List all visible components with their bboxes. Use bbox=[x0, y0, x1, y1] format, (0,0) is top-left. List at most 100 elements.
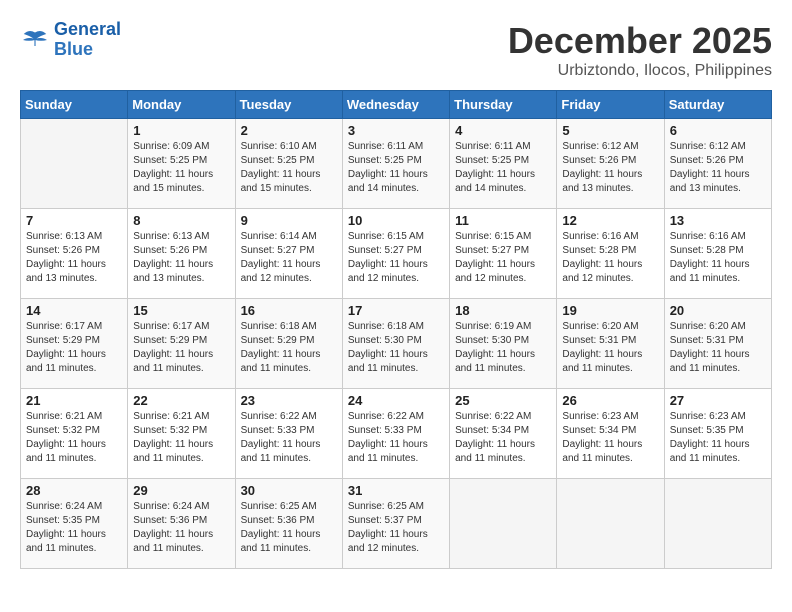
day-number: 3 bbox=[348, 123, 444, 138]
location-subtitle: Urbiztondo, Ilocos, Philippines bbox=[508, 62, 772, 80]
day-number: 22 bbox=[133, 393, 229, 408]
calendar-cell: 30 Sunrise: 6:25 AM Sunset: 5:36 PM Dayli… bbox=[235, 479, 342, 569]
calendar-cell: 27 Sunrise: 6:23 AM Sunset: 5:35 PM Dayli… bbox=[664, 389, 771, 479]
day-info: Sunrise: 6:21 AM Sunset: 5:32 PM Dayligh… bbox=[26, 410, 122, 466]
day-info: Sunrise: 6:16 AM Sunset: 5:28 PM Dayligh… bbox=[670, 230, 766, 286]
calendar-cell: 14 Sunrise: 6:17 AM Sunset: 5:29 PM Dayli… bbox=[21, 299, 128, 389]
calendar-cell: 31 Sunrise: 6:25 AM Sunset: 5:37 PM Dayli… bbox=[342, 479, 449, 569]
calendar-cell: 20 Sunrise: 6:20 AM Sunset: 5:31 PM Dayli… bbox=[664, 299, 771, 389]
calendar-cell: 10 Sunrise: 6:15 AM Sunset: 5:27 PM Dayli… bbox=[342, 209, 449, 299]
day-number: 2 bbox=[241, 123, 337, 138]
day-info: Sunrise: 6:21 AM Sunset: 5:32 PM Dayligh… bbox=[133, 410, 229, 466]
day-info: Sunrise: 6:11 AM Sunset: 5:25 PM Dayligh… bbox=[455, 140, 551, 196]
calendar-cell bbox=[664, 479, 771, 569]
calendar-cell: 4 Sunrise: 6:11 AM Sunset: 5:25 PM Daylig… bbox=[450, 119, 557, 209]
day-info: Sunrise: 6:22 AM Sunset: 5:34 PM Dayligh… bbox=[455, 410, 551, 466]
day-info: Sunrise: 6:15 AM Sunset: 5:27 PM Dayligh… bbox=[455, 230, 551, 286]
day-number: 25 bbox=[455, 393, 551, 408]
day-number: 29 bbox=[133, 483, 229, 498]
calendar-week-row: 14 Sunrise: 6:17 AM Sunset: 5:29 PM Dayli… bbox=[21, 299, 772, 389]
day-number: 12 bbox=[562, 213, 658, 228]
day-info: Sunrise: 6:20 AM Sunset: 5:31 PM Dayligh… bbox=[670, 320, 766, 376]
calendar-body: 1 Sunrise: 6:09 AM Sunset: 5:25 PM Daylig… bbox=[21, 119, 772, 569]
day-info: Sunrise: 6:25 AM Sunset: 5:36 PM Dayligh… bbox=[241, 500, 337, 556]
calendar-cell: 24 Sunrise: 6:22 AM Sunset: 5:33 PM Dayli… bbox=[342, 389, 449, 479]
calendar-cell: 28Sunrise: 6:24 AM Sunset: 5:35 PM Dayli… bbox=[21, 479, 128, 569]
calendar-cell: 12 Sunrise: 6:16 AM Sunset: 5:28 PM Dayli… bbox=[557, 209, 664, 299]
day-number: 21 bbox=[26, 393, 122, 408]
day-info: Sunrise: 6:10 AM Sunset: 5:25 PM Dayligh… bbox=[241, 140, 337, 196]
day-info: Sunrise: 6:16 AM Sunset: 5:28 PM Dayligh… bbox=[562, 230, 658, 286]
weekday-header: Sunday bbox=[21, 91, 128, 119]
calendar-cell: 9Sunrise: 6:14 AM Sunset: 5:27 PM Daylig… bbox=[235, 209, 342, 299]
day-number: 16 bbox=[241, 303, 337, 318]
day-number: 4 bbox=[455, 123, 551, 138]
day-info: Sunrise: 6:25 AM Sunset: 5:37 PM Dayligh… bbox=[348, 500, 444, 556]
calendar-cell: 3 Sunrise: 6:11 AM Sunset: 5:25 PM Daylig… bbox=[342, 119, 449, 209]
calendar-week-row: 1 Sunrise: 6:09 AM Sunset: 5:25 PM Daylig… bbox=[21, 119, 772, 209]
logo-text: General Blue bbox=[54, 20, 121, 60]
title-block: December 2025 Urbiztondo, Ilocos, Philip… bbox=[508, 20, 772, 80]
calendar-cell: 26Sunrise: 6:23 AM Sunset: 5:34 PM Dayli… bbox=[557, 389, 664, 479]
day-info: Sunrise: 6:19 AM Sunset: 5:30 PM Dayligh… bbox=[455, 320, 551, 376]
day-info: Sunrise: 6:18 AM Sunset: 5:30 PM Dayligh… bbox=[348, 320, 444, 376]
day-number: 7 bbox=[26, 213, 122, 228]
day-number: 13 bbox=[670, 213, 766, 228]
weekday-header: Friday bbox=[557, 91, 664, 119]
day-number: 10 bbox=[348, 213, 444, 228]
calendar-cell: 5 Sunrise: 6:12 AM Sunset: 5:26 PM Daylig… bbox=[557, 119, 664, 209]
day-number: 27 bbox=[670, 393, 766, 408]
day-number: 20 bbox=[670, 303, 766, 318]
calendar-table: SundayMondayTuesdayWednesdayThursdayFrid… bbox=[20, 90, 772, 569]
calendar-cell: 2 Sunrise: 6:10 AM Sunset: 5:25 PM Daylig… bbox=[235, 119, 342, 209]
calendar-cell bbox=[450, 479, 557, 569]
calendar-cell: 15Sunrise: 6:17 AM Sunset: 5:29 PM Dayli… bbox=[128, 299, 235, 389]
day-number: 14 bbox=[26, 303, 122, 318]
day-number: 17 bbox=[348, 303, 444, 318]
day-info: Sunrise: 6:18 AM Sunset: 5:29 PM Dayligh… bbox=[241, 320, 337, 376]
day-info: Sunrise: 6:14 AM Sunset: 5:27 PM Dayligh… bbox=[241, 230, 337, 286]
calendar-cell: 19 Sunrise: 6:20 AM Sunset: 5:31 PM Dayli… bbox=[557, 299, 664, 389]
calendar-week-row: 28Sunrise: 6:24 AM Sunset: 5:35 PM Dayli… bbox=[21, 479, 772, 569]
weekday-header: Monday bbox=[128, 91, 235, 119]
calendar-week-row: 7Sunrise: 6:13 AM Sunset: 5:26 PM Daylig… bbox=[21, 209, 772, 299]
day-info: Sunrise: 6:24 AM Sunset: 5:35 PM Dayligh… bbox=[26, 500, 122, 556]
calendar-cell: 7Sunrise: 6:13 AM Sunset: 5:26 PM Daylig… bbox=[21, 209, 128, 299]
day-number: 5 bbox=[562, 123, 658, 138]
day-info: Sunrise: 6:12 AM Sunset: 5:26 PM Dayligh… bbox=[670, 140, 766, 196]
day-info: Sunrise: 6:22 AM Sunset: 5:33 PM Dayligh… bbox=[241, 410, 337, 466]
calendar-cell: 17 Sunrise: 6:18 AM Sunset: 5:30 PM Dayli… bbox=[342, 299, 449, 389]
calendar-week-row: 21 Sunrise: 6:21 AM Sunset: 5:32 PM Dayli… bbox=[21, 389, 772, 479]
day-info: Sunrise: 6:09 AM Sunset: 5:25 PM Dayligh… bbox=[133, 140, 229, 196]
day-number: 11 bbox=[455, 213, 551, 228]
weekday-header: Saturday bbox=[664, 91, 771, 119]
month-title: December 2025 bbox=[508, 20, 772, 62]
day-info: Sunrise: 6:17 AM Sunset: 5:29 PM Dayligh… bbox=[133, 320, 229, 376]
day-number: 23 bbox=[241, 393, 337, 408]
calendar-cell: 11 Sunrise: 6:15 AM Sunset: 5:27 PM Dayli… bbox=[450, 209, 557, 299]
day-number: 26 bbox=[562, 393, 658, 408]
day-info: Sunrise: 6:24 AM Sunset: 5:36 PM Dayligh… bbox=[133, 500, 229, 556]
calendar-cell bbox=[557, 479, 664, 569]
day-number: 8 bbox=[133, 213, 229, 228]
page-header: General Blue December 2025 Urbiztondo, I… bbox=[20, 20, 772, 80]
day-number: 1 bbox=[133, 123, 229, 138]
calendar-cell: 21 Sunrise: 6:21 AM Sunset: 5:32 PM Dayli… bbox=[21, 389, 128, 479]
day-number: 31 bbox=[348, 483, 444, 498]
day-info: Sunrise: 6:11 AM Sunset: 5:25 PM Dayligh… bbox=[348, 140, 444, 196]
day-number: 24 bbox=[348, 393, 444, 408]
calendar-cell: 8Sunrise: 6:13 AM Sunset: 5:26 PM Daylig… bbox=[128, 209, 235, 299]
weekday-header: Tuesday bbox=[235, 91, 342, 119]
day-info: Sunrise: 6:22 AM Sunset: 5:33 PM Dayligh… bbox=[348, 410, 444, 466]
day-info: Sunrise: 6:23 AM Sunset: 5:35 PM Dayligh… bbox=[670, 410, 766, 466]
day-info: Sunrise: 6:12 AM Sunset: 5:26 PM Dayligh… bbox=[562, 140, 658, 196]
logo: General Blue bbox=[20, 20, 121, 60]
day-number: 30 bbox=[241, 483, 337, 498]
day-info: Sunrise: 6:15 AM Sunset: 5:27 PM Dayligh… bbox=[348, 230, 444, 286]
day-info: Sunrise: 6:17 AM Sunset: 5:29 PM Dayligh… bbox=[26, 320, 122, 376]
day-number: 19 bbox=[562, 303, 658, 318]
calendar-cell: 23 Sunrise: 6:22 AM Sunset: 5:33 PM Dayli… bbox=[235, 389, 342, 479]
calendar-cell: 1 Sunrise: 6:09 AM Sunset: 5:25 PM Daylig… bbox=[128, 119, 235, 209]
day-number: 18 bbox=[455, 303, 551, 318]
day-info: Sunrise: 6:20 AM Sunset: 5:31 PM Dayligh… bbox=[562, 320, 658, 376]
